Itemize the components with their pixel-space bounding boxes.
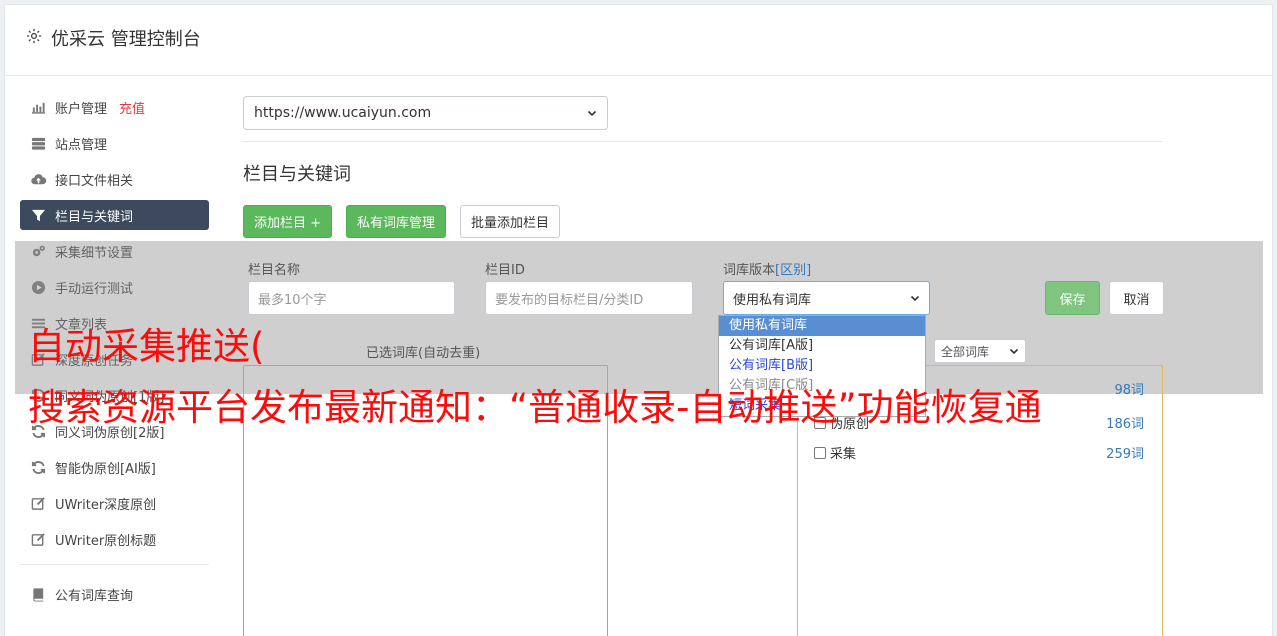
lib-count: 98词 — [1114, 383, 1144, 398]
chevron-down-icon — [587, 110, 597, 117]
sidebar-item-uwriter-title[interactable]: UWriter原创标题 — [20, 524, 209, 554]
sidebar-item-label: 智能伪原创[AI版] — [55, 461, 156, 477]
watermark-line-1: 自动采集推送( — [28, 325, 265, 368]
lib-filter-value: 全部词库 — [941, 344, 990, 359]
column-name-label: 栏目名称 — [248, 263, 301, 278]
site-select-value: https://www.ucaiyun.com — [254, 105, 432, 121]
sidebar-item-label: UWriter深度原创 — [55, 497, 157, 513]
sidebar-item-label: 栏目与关键词 — [55, 209, 134, 225]
add-column-button[interactable]: 添加栏目 + — [243, 205, 333, 238]
section-title: 栏目与关键词 — [243, 164, 351, 185]
sidebar-item-label: UWriter原创标题 — [55, 533, 157, 549]
bar-chart-icon — [30, 99, 46, 115]
column-name-input[interactable]: 最多10个字 — [248, 281, 455, 315]
edit-icon — [30, 495, 46, 511]
sidebar-item-sites[interactable]: 站点管理 — [20, 128, 209, 158]
edit-icon — [30, 531, 46, 547]
sidebar-item-label: 公有词库查询 — [55, 588, 134, 604]
gear-icon — [25, 27, 43, 50]
recharge-link[interactable]: 充值 — [119, 98, 145, 117]
dropdown-option[interactable]: 使用私有词库 — [719, 316, 925, 336]
chevron-down-icon — [910, 295, 920, 302]
watermark-line-2: 搜索资源平台发布最新通知：“普通收录-自动推送”功能恢复通 — [28, 386, 1042, 429]
lib-version-text: 词库版本 — [723, 263, 776, 278]
dropdown-option[interactable]: 公有词库[B版] — [719, 356, 925, 376]
server-icon — [30, 135, 46, 151]
sidebar-item-label: 接口文件相关 — [55, 173, 134, 189]
cloud-upload-icon — [30, 171, 46, 187]
list-item[interactable]: 采集 259词 — [814, 443, 1144, 462]
lib-count: 186词 — [1106, 417, 1144, 432]
dropdown-option[interactable]: 公有词库[A版] — [719, 336, 925, 356]
brand: 优采云 管理控制台 — [25, 25, 201, 51]
lib-filter-select[interactable]: 全部词库 — [934, 339, 1026, 363]
batch-add-button[interactable]: 批量添加栏目 — [460, 205, 561, 238]
lib-name: 采集 — [830, 447, 857, 462]
sidebar-item-uwriter-deep[interactable]: UWriter深度原创 — [20, 488, 209, 518]
sidebar-item-public-lib[interactable]: 公有词库查询 — [20, 579, 209, 609]
selected-libs-label: 已选词库(自动去重) — [366, 346, 481, 361]
book-icon — [30, 586, 46, 602]
sidebar-item-label: 站点管理 — [55, 137, 108, 153]
lib-version-value: 使用私有词库 — [733, 292, 812, 308]
sidebar-divider — [20, 564, 209, 565]
action-buttons: 添加栏目 + 私有词库管理 批量添加栏目 — [243, 205, 561, 238]
lib-version-label: 词库版本[区别] — [723, 259, 811, 278]
cancel-button[interactable]: 取消 — [1109, 281, 1164, 315]
sidebar-item-account[interactable]: 账户管理 充值 — [20, 92, 209, 122]
lib-count: 259词 — [1106, 447, 1144, 462]
sidebar-item-api[interactable]: 接口文件相关 — [20, 164, 209, 194]
sidebar-item-label: 账户管理 — [55, 101, 108, 117]
sidebar-item-columns[interactable]: 栏目与关键词 — [20, 200, 209, 230]
filter-icon — [30, 207, 46, 223]
top-bar: 优采云 管理控制台 — [5, 5, 1272, 76]
main-content: https://www.ucaiyun.com 栏目与关键词 添加栏目 + 私有… — [243, 96, 1163, 238]
sidebar-item-ai-rewrite[interactable]: 智能伪原创[AI版] — [20, 452, 209, 482]
save-button[interactable]: 保存 — [1045, 281, 1100, 315]
site-select[interactable]: https://www.ucaiyun.com — [243, 96, 608, 130]
lib-version-select[interactable]: 使用私有词库 — [723, 281, 930, 315]
chevron-down-icon — [1009, 348, 1019, 355]
column-id-input[interactable]: 要发布的目标栏目/分类ID — [485, 281, 693, 315]
divider — [243, 141, 1163, 142]
column-id-label: 栏目ID — [485, 263, 525, 278]
difference-link[interactable]: [区别] — [775, 263, 811, 278]
app-title: 优采云 管理控制台 — [51, 29, 201, 50]
checkbox[interactable] — [814, 446, 826, 459]
refresh-icon — [30, 459, 46, 475]
private-lib-button[interactable]: 私有词库管理 — [346, 205, 447, 238]
